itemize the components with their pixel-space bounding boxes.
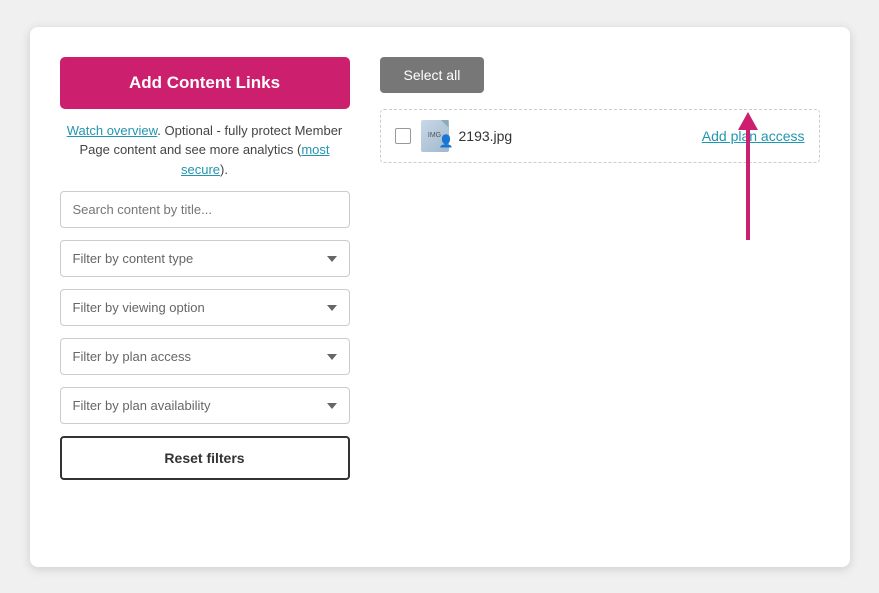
content-item-left: IMG 👤 2193.jpg xyxy=(395,120,513,152)
filter-plan-access-select[interactable]: Filter by plan access xyxy=(60,338,350,375)
right-panel: Select all IMG 👤 2193.jpg Add plan acces… xyxy=(380,57,820,537)
person-icon: 👤 xyxy=(439,134,451,150)
select-all-button[interactable]: Select all xyxy=(380,57,485,93)
arrow-body xyxy=(746,130,750,240)
filter-content-type-select[interactable]: Filter by content type xyxy=(60,240,350,277)
left-panel: Add Content Links Watch overview. Option… xyxy=(60,57,350,537)
arrow-head-icon xyxy=(738,112,758,130)
filter-viewing-option-select[interactable]: Filter by viewing option xyxy=(60,289,350,326)
add-content-button[interactable]: Add Content Links xyxy=(60,57,350,109)
arrow-indicator xyxy=(738,112,758,240)
reset-filters-button[interactable]: Reset filters xyxy=(60,436,350,480)
item-checkbox[interactable] xyxy=(395,128,411,144)
watch-overview-link[interactable]: Watch overview xyxy=(67,123,158,138)
file-icon: IMG 👤 xyxy=(421,120,449,152)
filter-plan-availability-select[interactable]: Filter by plan availability xyxy=(60,387,350,424)
main-container: Add Content Links Watch overview. Option… xyxy=(30,27,850,567)
file-name-label: 2193.jpg xyxy=(459,128,513,144)
desc-part2: ). xyxy=(220,162,228,177)
description-text: Watch overview. Optional - fully protect… xyxy=(60,121,350,180)
search-input[interactable] xyxy=(60,191,350,228)
